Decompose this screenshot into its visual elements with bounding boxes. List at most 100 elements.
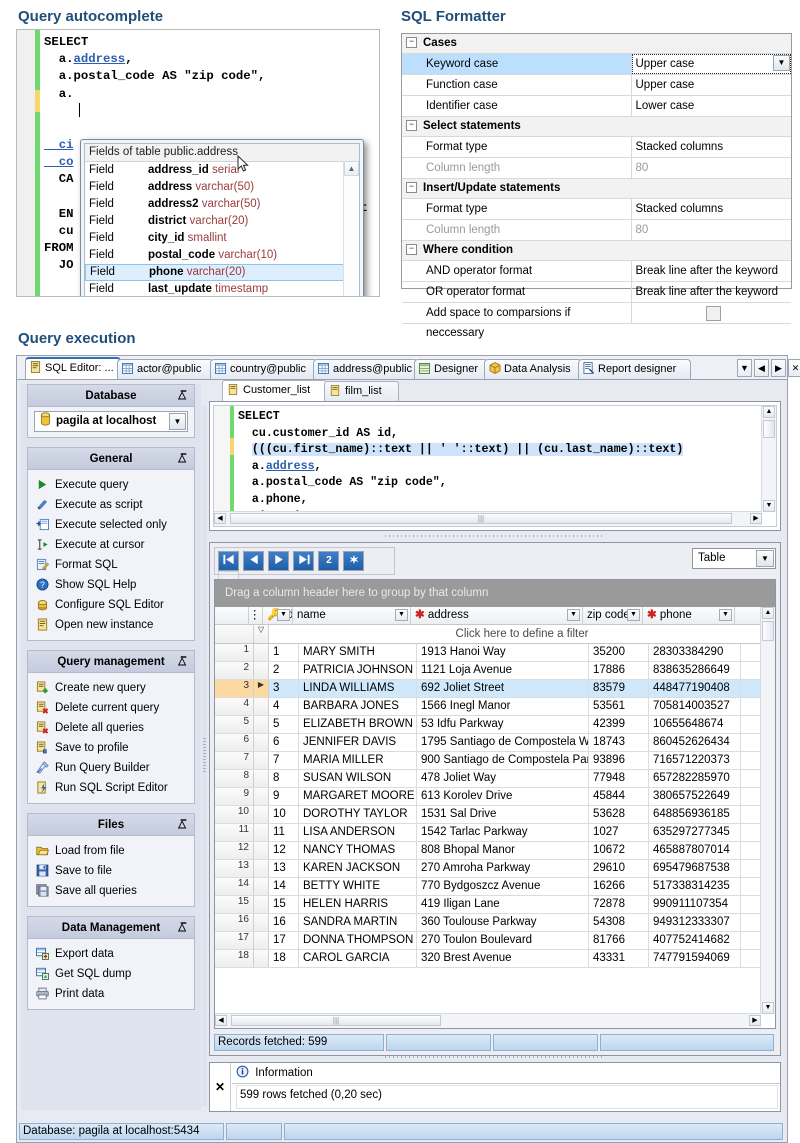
group-by-bar[interactable]: Drag a column header here to group by th…	[215, 580, 775, 607]
first-record-button[interactable]	[218, 551, 239, 571]
cell-name[interactable]: BETTY WHITE	[299, 878, 417, 895]
cell-zip-code[interactable]: 1027	[589, 824, 649, 841]
cell-id[interactable]: 18	[269, 950, 299, 967]
cell-name[interactable]: MARY SMITH	[299, 644, 417, 661]
collapse-minus-icon[interactable]: −	[406, 182, 417, 193]
cell-name[interactable]: DONNA THOMPSON	[299, 932, 417, 949]
grid-column-header-partial[interactable]	[735, 607, 763, 624]
collapse-minus-icon[interactable]: −	[406, 244, 417, 255]
cell-id[interactable]: 13	[269, 860, 299, 877]
scroll-up-icon[interactable]: ▲	[762, 607, 774, 619]
cell-id[interactable]: 11	[269, 824, 299, 841]
sql-editor-panel[interactable]: SELECT cu.customer_id AS id, (((cu.first…	[209, 401, 781, 531]
grid-column-header[interactable]: name▼	[293, 607, 411, 624]
sidebar-item-execute-selected-only[interactable]: Execute selected only	[28, 515, 194, 535]
formatter-option-value-cell[interactable]: Break line after the keyword	[632, 282, 792, 302]
table-row[interactable]: 1818CAROL GARCIA320 Brest Avenue43331747…	[215, 950, 775, 968]
table-row[interactable]: 1515HELEN HARRIS419 Iligan Lane728789909…	[215, 896, 775, 914]
formatter-option-row[interactable]: Keyword caseUpper case▼	[402, 54, 791, 75]
cell-name[interactable]: LINDA WILLIAMS	[299, 680, 417, 697]
formatter-option-value-cell[interactable]: 80	[632, 220, 792, 240]
grid-rows[interactable]: 11MARY SMITH1913 Hanoi Way35200283033842…	[215, 644, 775, 968]
formatter-option-row[interactable]: Identifier caseLower case	[402, 96, 791, 117]
scroll-down-icon[interactable]: ▼	[762, 1002, 774, 1014]
cell-id[interactable]: 4	[269, 698, 299, 715]
grid-column-header[interactable]: ✱ phone▼	[643, 607, 735, 624]
formatter-option-row[interactable]: AND operator formatBreak line after the …	[402, 261, 791, 282]
cell-phone[interactable]: 747791594069	[649, 950, 741, 967]
cell-zip-code[interactable]: 17886	[589, 662, 649, 679]
cell-address[interactable]: 478 Joliet Way	[417, 770, 589, 787]
sidebar-item-show-sql-help[interactable]: ?Show SQL Help	[28, 575, 194, 595]
data-grid[interactable]: Drag a column header here to group by th…	[214, 579, 776, 1029]
main-tab-report-designer[interactable]: Report designer	[578, 359, 691, 379]
vscroll-thumb[interactable]	[763, 420, 775, 438]
formatter-group-header[interactable]: −Select statements	[402, 117, 791, 137]
column-chooser-icon[interactable]: ⋮⋮	[249, 607, 263, 624]
table-row[interactable]: 1313KAREN JACKSON270 Amroha Parkway29610…	[215, 860, 775, 878]
chevron-up-icon[interactable]: △̅	[178, 385, 186, 407]
query-tab-film_list[interactable]: film_list	[324, 381, 399, 401]
autocomplete-item[interactable]: Fieldlast_update timestamp	[85, 281, 359, 297]
scroll-left-icon[interactable]: ◀	[214, 513, 226, 524]
editor-result-splitter[interactable]	[209, 533, 781, 539]
cell-address[interactable]: 613 Korolev Drive	[417, 788, 589, 805]
record-navigator[interactable]: 2	[214, 547, 395, 575]
cell-id[interactable]: 6	[269, 734, 299, 751]
chevron-up-icon[interactable]: △̅	[178, 448, 186, 470]
main-tab-strip[interactable]: SQL Editor: ...actor@publiccountry@publi…	[17, 356, 787, 380]
column-filter-dropdown-icon[interactable]: ▼	[567, 609, 580, 621]
cell-address[interactable]: 770 Bydgoszcz Avenue	[417, 878, 589, 895]
cell-phone[interactable]: 635297277345	[649, 824, 741, 841]
grid-vscrollbar[interactable]: ▲ ▼	[760, 607, 775, 1014]
cell-address[interactable]: 808 Bhopal Manor	[417, 842, 589, 859]
table-row[interactable]: 1414BETTY WHITE770 Bydgoszcz Avenue16266…	[215, 878, 775, 896]
scroll-down-icon[interactable]: ▼	[763, 500, 775, 512]
query-tab-customer_list[interactable]: Customer_list	[222, 380, 327, 401]
cell-phone[interactable]: 705814003527	[649, 698, 741, 715]
grid-hscroll-thumb[interactable]: |||	[231, 1015, 441, 1026]
sidebar-item-execute-at-cursor[interactable]: Execute at cursor	[28, 535, 194, 555]
prior-record-button[interactable]	[243, 551, 264, 571]
sidebar-item-format-sql[interactable]: Format SQL	[28, 555, 194, 575]
cell-address[interactable]: 53 Idfu Parkway	[417, 716, 589, 733]
hscroll-thumb[interactable]: |||	[230, 513, 732, 524]
cell-address[interactable]: 1795 Santiago de Compostela Way	[417, 734, 589, 751]
formatter-option-value-cell[interactable]: Break line after the keyword	[632, 261, 792, 281]
cell-phone[interactable]: 28303384290	[649, 644, 741, 661]
close-info-button[interactable]: ✕	[210, 1063, 231, 1111]
table-row[interactable]: 66JENNIFER DAVIS1795 Santiago de Compost…	[215, 734, 775, 752]
cell-zip-code[interactable]: 42399	[589, 716, 649, 733]
autocomplete-item[interactable]: Fieldaddress_id serial	[85, 162, 359, 179]
table-row[interactable]: 44BARBARA JONES1566 Inegl Manor535617058…	[215, 698, 775, 716]
sidebar-item-configure-sql-editor[interactable]: Configure SQL Editor	[28, 595, 194, 615]
formatter-option-row[interactable]: Add space to comparsions if neccessary	[402, 303, 791, 324]
formatter-option-value-cell[interactable]: 80	[632, 158, 792, 178]
cell-zip-code[interactable]: 45844	[589, 788, 649, 805]
sidebar-item-save-to-profile[interactable]: Save to profile	[28, 738, 194, 758]
vertical-splitter[interactable]	[202, 406, 207, 1106]
main-tab-country-public[interactable]: country@public	[210, 359, 317, 379]
cell-name[interactable]: HELEN HARRIS	[299, 896, 417, 913]
cell-id[interactable]: 7	[269, 752, 299, 769]
cell-id[interactable]: 8	[269, 770, 299, 787]
cell-address[interactable]: 1542 Tarlac Parkway	[417, 824, 589, 841]
sidebar-group-header[interactable]: Data Management△̅	[27, 916, 195, 938]
cell-id[interactable]: 3	[269, 680, 299, 697]
tab-list-dropdown-button[interactable]: ▼	[737, 359, 752, 377]
table-row[interactable]: 1111LISA ANDERSON1542 Tarlac Parkway1027…	[215, 824, 775, 842]
filter-hint[interactable]: Click here to define a filter	[269, 625, 775, 643]
table-row[interactable]: 1212NANCY THOMAS808 Bhopal Manor10672465…	[215, 842, 775, 860]
scroll-up-icon[interactable]: ▲	[344, 161, 359, 176]
autocomplete-item[interactable]: Fieldphone varchar(20)	[85, 264, 359, 281]
sidebar-item-create-new-query[interactable]: Create new query	[28, 678, 194, 698]
cell-zip-code[interactable]: 77948	[589, 770, 649, 787]
grid-filter-row[interactable]: ▽ Click here to define a filter	[215, 625, 775, 644]
cell-zip-code[interactable]: 54308	[589, 914, 649, 931]
cell-name[interactable]: MARIA MILLER	[299, 752, 417, 769]
formatter-option-value-cell[interactable]: Upper case▼	[632, 54, 792, 74]
grid-header-row[interactable]: ⋮⋮🔑 id▼name▼✱ address▼zip code▼✱ phone▼	[215, 607, 775, 625]
formatter-group-header[interactable]: −Where condition	[402, 241, 791, 261]
cell-phone[interactable]: 990911107354	[649, 896, 741, 913]
table-row[interactable]: 88SUSAN WILSON478 Joliet Way779486572822…	[215, 770, 775, 788]
